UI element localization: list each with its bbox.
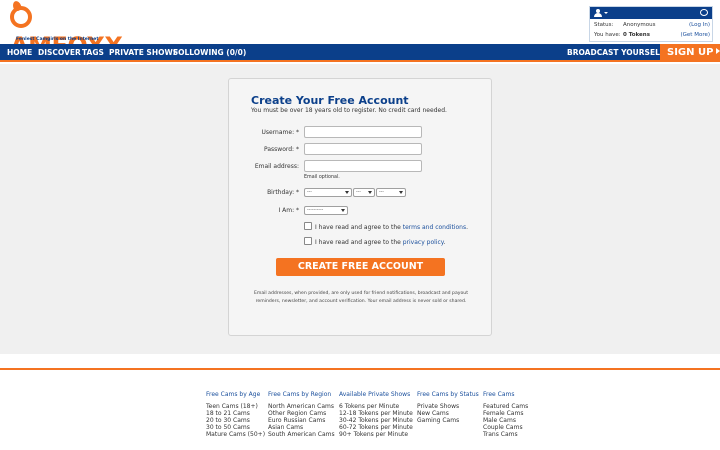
footer-heading[interactable]: Free Cams (483, 391, 528, 398)
site-header: AMFOXX Fenlest Camgirls on the Internet … (0, 0, 720, 60)
footer-link[interactable]: Private Shows (417, 403, 479, 410)
footer-link[interactable]: Featured Cams (483, 403, 528, 410)
iam-label: I Am: * (278, 207, 299, 214)
status-label: Status: (594, 22, 614, 28)
tokens-row: You have: 0 Tokens (Get More) (594, 31, 710, 40)
terms-checkbox[interactable] (304, 222, 312, 230)
footer-link[interactable]: Male Cams (483, 417, 528, 424)
footer-link[interactable]: 6 Tokens per Minute (339, 403, 413, 410)
footer-link[interactable]: Couple Cams (483, 424, 528, 431)
footer-link[interactable]: 90+ Tokens per Minute (339, 431, 413, 438)
birthday-month-select[interactable]: --- (304, 188, 352, 197)
footer-column-status: Free Cams by Status Private Shows New Ca… (417, 391, 479, 424)
status-value: Anonymous (623, 22, 656, 28)
footer-link[interactable]: Euro Russian Cams (268, 417, 335, 424)
footer-link[interactable]: 60-72 Tokens per Minute (339, 424, 413, 431)
footer-link[interactable]: 20 to 30 Cams (206, 417, 265, 424)
chat-icon[interactable] (700, 9, 708, 16)
footer-link[interactable]: North American Cams (268, 403, 335, 410)
nav-tags[interactable]: TAGS (82, 44, 104, 62)
birthday-day-select[interactable]: --- (353, 188, 375, 197)
chevron-down-icon (341, 209, 345, 212)
email-input[interactable] (304, 160, 422, 172)
iam-select[interactable]: ---------- (304, 206, 348, 215)
username-label: Username: * (261, 129, 299, 136)
footer-link[interactable]: New Cams (417, 410, 479, 417)
footer-link[interactable]: Gaming Cams (417, 417, 479, 424)
nav-private-shows[interactable]: PRIVATE SHOWS (109, 44, 178, 62)
footer-link[interactable]: 12-18 Tokens per Minute (339, 410, 413, 417)
nav-discover[interactable]: DISCOVER (38, 44, 81, 62)
privacy-row: I have read and agree to the privacy pol… (304, 237, 445, 247)
status-box-header (590, 7, 712, 19)
form-title: Create Your Free Account (251, 94, 409, 107)
terms-link[interactable]: terms and conditions (403, 224, 466, 231)
signup-arrow-icon (716, 48, 720, 54)
footer-column-region: Free Cams by Region North American Cams … (268, 391, 335, 438)
chevron-down-icon (345, 191, 349, 194)
footer-link[interactable]: South American Cams (268, 431, 335, 438)
main-nav: HOME DISCOVER TAGS PRIVATE SHOWS FOLLOWI… (0, 44, 720, 62)
footer-link[interactable]: 18 to 21 Cams (206, 410, 265, 417)
tokens-value: 0 Tokens (623, 32, 650, 38)
footer-column-private-shows: Available Private Shows 6 Tokens per Min… (339, 391, 413, 438)
form-subtitle: You must be over 18 years old to registe… (251, 107, 447, 114)
terms-row: I have read and agree to the terms and c… (304, 222, 468, 232)
footer-heading[interactable]: Free Cams by Status (417, 391, 479, 398)
chevron-down-icon (368, 191, 372, 194)
password-label: Password: * (264, 146, 299, 153)
user-menu-icon[interactable] (594, 9, 608, 17)
footer-link[interactable]: Female Cams (483, 410, 528, 417)
footer-heading[interactable]: Free Cams by Age (206, 391, 265, 398)
footer-column-free-cams: Free Cams Featured Cams Female Cams Male… (483, 391, 528, 438)
signup-form-card: Create Your Free Account You must be ove… (228, 78, 492, 336)
privacy-link[interactable]: privacy policy (403, 239, 444, 246)
nav-home[interactable]: HOME (7, 44, 32, 62)
footer-link[interactable]: Mature Cams (50+) (206, 431, 265, 438)
footer-link[interactable]: 30-42 Tokens per Minute (339, 417, 413, 424)
user-status-box: Status: Anonymous (Log In) You have: 0 T… (589, 6, 713, 42)
login-link[interactable]: (Log In) (689, 21, 710, 30)
main-content: Create Your Free Account You must be ove… (0, 64, 720, 354)
username-input[interactable] (304, 126, 422, 138)
get-more-link[interactable]: (Get More) (681, 31, 710, 40)
status-row: Status: Anonymous (Log In) (594, 21, 710, 30)
privacy-checkbox[interactable] (304, 237, 312, 245)
logo-tagline: Fenlest Camgirls on the Internet (16, 37, 99, 42)
chevron-down-icon (399, 191, 403, 194)
email-hint: Email optional. (304, 175, 340, 180)
nav-broadcast-yourself[interactable]: BROADCAST YOURSELF (567, 44, 665, 62)
footer-link[interactable]: Other Region Cams (268, 410, 335, 417)
footer-link[interactable]: Trans Cams (483, 431, 528, 438)
site-logo[interactable]: AMFOXX Fenlest Camgirls on the Internet (10, 0, 130, 60)
email-label: Email address: (254, 163, 299, 170)
birthday-year-select[interactable]: --- (376, 188, 406, 197)
footer-heading[interactable]: Free Cams by Region (268, 391, 335, 398)
footer-divider (0, 368, 720, 370)
footer-link[interactable]: Teen Cams (18+) (206, 403, 265, 410)
password-input[interactable] (304, 143, 422, 155)
footer-link[interactable]: Asian Cams (268, 424, 335, 431)
footer-column-age: Free Cams by Age Teen Cams (18+) 18 to 2… (206, 391, 265, 438)
tokens-label: You have: (594, 32, 621, 38)
signup-button[interactable]: SIGN UP (660, 44, 720, 62)
footer-link[interactable]: 30 to 50 Cams (206, 424, 265, 431)
footer-heading[interactable]: Available Private Shows (339, 391, 413, 398)
create-account-button[interactable]: CREATE FREE ACCOUNT (276, 258, 445, 276)
birthday-label: Birthday: * (267, 189, 299, 196)
email-disclaimer: Email addresses, when provided, are only… (253, 291, 469, 304)
nav-following[interactable]: FOLLOWING (0/0) (173, 44, 246, 62)
